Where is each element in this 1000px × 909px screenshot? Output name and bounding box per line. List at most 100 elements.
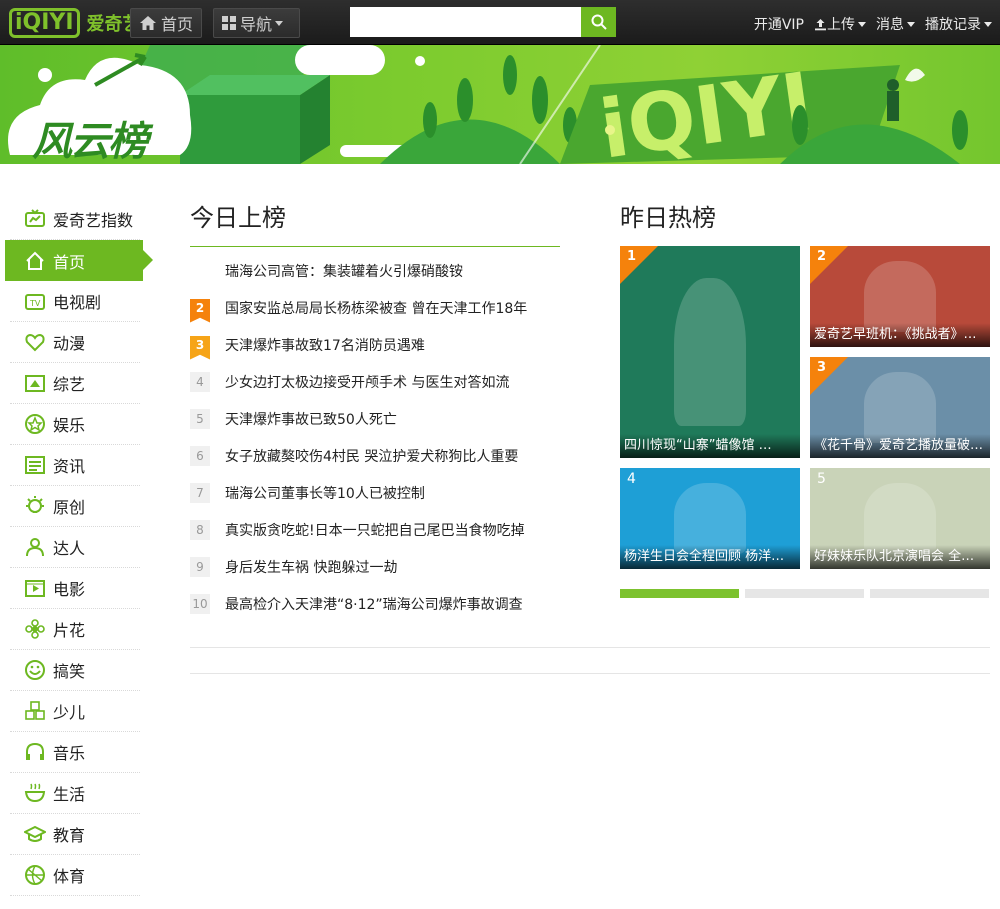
nav-label: 导航 [240, 15, 273, 34]
thumbnail-image [864, 483, 936, 554]
upload-link[interactable]: 上传 [814, 14, 866, 34]
rank-row[interactable]: 2 国家安监总局局长杨栋梁被查 曾在天津工作18年 [190, 289, 560, 326]
tile-caption[interactable]: 好妹妹乐队北京演唱会 全… [810, 545, 990, 569]
tile-caption[interactable]: 《花千骨》爱奇艺播放量破… [810, 434, 990, 458]
rank-row[interactable]: 10 最高检介入天津港“8·12”瑞海公司爆炸事故调查 [190, 585, 560, 622]
tile-caption[interactable]: 杨洋生日会全程回顾 杨洋… [620, 545, 800, 569]
video-tile[interactable]: 3 《花千骨》爱奇艺播放量破… [810, 357, 990, 458]
nav-button[interactable]: 导航 [213, 8, 300, 38]
top-bar: iQIYI 爱奇艺 首页 导航 开通VIP 上传 消息 播放记录 [0, 0, 1000, 45]
sidebar-item-label: 综艺 [53, 375, 86, 394]
sidebar-item[interactable]: 综艺 [10, 363, 140, 404]
cap-icon [24, 823, 46, 845]
sidebar-item-label: 首页 [53, 252, 86, 272]
rank-badge: 10 [190, 593, 210, 614]
sidebar-item-label: 少儿 [53, 703, 86, 722]
rank-row[interactable]: 4 少女边打太极边接受开颅手术 与医生对答如流 [190, 363, 560, 400]
logo[interactable]: iQIYI 爱奇艺 [9, 7, 141, 39]
sidebar-item[interactable]: 音乐 [10, 732, 140, 773]
home-icon [24, 250, 46, 272]
tv-icon: TV [24, 290, 46, 312]
sidebar-item[interactable]: 电影 [10, 568, 140, 609]
sidebar-item[interactable]: 动漫 [10, 322, 140, 363]
sidebar-item[interactable]: 原创 [10, 486, 140, 527]
home-button[interactable]: 首页 [130, 8, 202, 38]
search-input[interactable] [350, 7, 581, 37]
search-button[interactable] [581, 7, 616, 37]
sidebar-item[interactable]: 娱乐 [10, 404, 140, 445]
banner-title: 风云榜 [32, 119, 148, 164]
search-icon [591, 14, 607, 30]
heart-icon [24, 331, 46, 353]
rank-title-link[interactable]: 天津爆炸事故致17名消防员遇难 [225, 335, 425, 355]
rank-title-link[interactable]: 少女边打太极边接受开颅手术 与医生对答如流 [225, 372, 509, 392]
rank-title-link[interactable]: 女子放藏獒咬伤4村民 哭泣护爱犬称狗比人重要 [225, 446, 518, 466]
pager-dot-3[interactable] [870, 589, 989, 598]
svg-text:TV: TV [29, 299, 41, 308]
rank-title-link[interactable]: 最高检介入天津港“8·12”瑞海公司爆炸事故调查 [225, 594, 523, 614]
rank-row[interactable]: 9 身后发生车祸 快跑躲过一劫 [190, 548, 560, 585]
tile-caption[interactable]: 四川惊现“山寨”蜡像馆 … [620, 434, 800, 458]
rank-title-link[interactable]: 瑞海公司高管：集装罐着火引爆硝酸铵 [225, 261, 463, 281]
rank-row[interactable]: 7 瑞海公司董事长等10人已被控制 [190, 474, 560, 511]
rank-row[interactable]: 8 真实版贪吃蛇!日本一只蛇把自己尾巴当食物吃掉 [190, 511, 560, 548]
rank-title-link[interactable]: 身后发生车祸 快跑躲过一劫 [225, 557, 397, 577]
tile-caption[interactable]: 爱奇艺早班机：《挑战者》… [810, 323, 990, 347]
rank-row[interactable]: 1 瑞海公司高管：集装罐着火引爆硝酸铵 [190, 252, 560, 289]
sidebar-item-label: 资讯 [53, 457, 86, 476]
yesterday-section: 昨日热榜 1 四川惊现“山寨”蜡像馆 … 2 爱奇艺早班机：《挑战者》… 3 《花千骨》爱… [620, 200, 990, 598]
thumbnail-image [864, 261, 936, 332]
sidebar-item-label: 动漫 [53, 334, 86, 353]
rank-badge: 9 [190, 556, 210, 577]
pager-dot-1[interactable] [620, 589, 739, 598]
rank-badge: 1 [190, 262, 210, 286]
history-link[interactable]: 播放记录 [925, 14, 992, 34]
sidebar-item[interactable]: 达人 [10, 527, 140, 568]
home-label: 首页 [161, 15, 194, 34]
video-tile[interactable]: 2 爱奇艺早班机：《挑战者》… [810, 246, 990, 347]
blocks-icon [24, 700, 46, 722]
sidebar-item[interactable]: TV 电视剧 [10, 281, 140, 322]
rank-number: 5 [817, 471, 826, 487]
video-tile[interactable]: 4 杨洋生日会全程回顾 杨洋… [620, 468, 800, 569]
chevron-down-icon [275, 20, 284, 26]
sidebar-item-label: 生活 [53, 785, 86, 804]
rank-badge: 7 [190, 482, 210, 503]
sidebar-item[interactable]: 体育 [10, 855, 140, 896]
vip-link[interactable]: 开通VIP [754, 14, 804, 34]
sidebar-item-label: 电影 [53, 580, 86, 599]
rank-title-link[interactable]: 国家安监总局局长杨栋梁被查 曾在天津工作18年 [225, 298, 527, 318]
sidebar-item-label: 音乐 [53, 744, 86, 763]
rank-title-link[interactable]: 天津爆炸事故已致50人死亡 [225, 409, 397, 429]
rank-title-link[interactable]: 真实版贪吃蛇!日本一只蛇把自己尾巴当食物吃掉 [225, 520, 525, 540]
today-title: 今日上榜 [190, 200, 560, 247]
sidebar-item[interactable]: 教育 [10, 814, 140, 855]
today-section: 今日上榜 1 瑞海公司高管：集装罐着火引爆硝酸铵 2 国家安监总局局长杨栋梁被查 曾在… [190, 200, 560, 622]
person-icon [24, 536, 46, 558]
sidebar-item[interactable]: 爱奇艺指数 [10, 199, 140, 240]
rank-badge: 2 [190, 298, 210, 323]
rank-row[interactable]: 6 女子放藏獒咬伤4村民 哭泣护爱犬称狗比人重要 [190, 437, 560, 474]
rank-row[interactable]: 5 天津爆炸事故已致50人死亡 [190, 400, 560, 437]
smile-icon [24, 659, 46, 681]
rank-badge: 1 [620, 246, 658, 284]
divider [190, 647, 990, 648]
sidebar-item[interactable]: 片花 [10, 609, 140, 650]
rank-badge: 8 [190, 519, 210, 540]
sidebar-item[interactable]: 首页 [5, 240, 153, 281]
message-link[interactable]: 消息 [876, 14, 915, 34]
video-tile[interactable]: 5 好妹妹乐队北京演唱会 全… [810, 468, 990, 569]
bulb-icon [24, 495, 46, 517]
pager-dot-2[interactable] [745, 589, 864, 598]
video-tile[interactable]: 1 四川惊现“山寨”蜡像馆 … [620, 246, 800, 458]
rank-badge: 4 [620, 468, 658, 506]
sidebar-item[interactable]: 生活 [10, 773, 140, 814]
sidebar-item[interactable]: 资讯 [10, 445, 140, 486]
sidebar-item[interactable]: 搞笑 [10, 650, 140, 691]
sidebar-item-label: 达人 [53, 539, 86, 558]
rank-row[interactable]: 3 天津爆炸事故致17名消防员遇难 [190, 326, 560, 363]
svg-text:iQIYI: iQIYI [594, 55, 818, 164]
logo-mark: iQIYI [9, 8, 80, 38]
rank-title-link[interactable]: 瑞海公司董事长等10人已被控制 [225, 483, 425, 503]
sidebar-item[interactable]: 少儿 [10, 691, 140, 732]
